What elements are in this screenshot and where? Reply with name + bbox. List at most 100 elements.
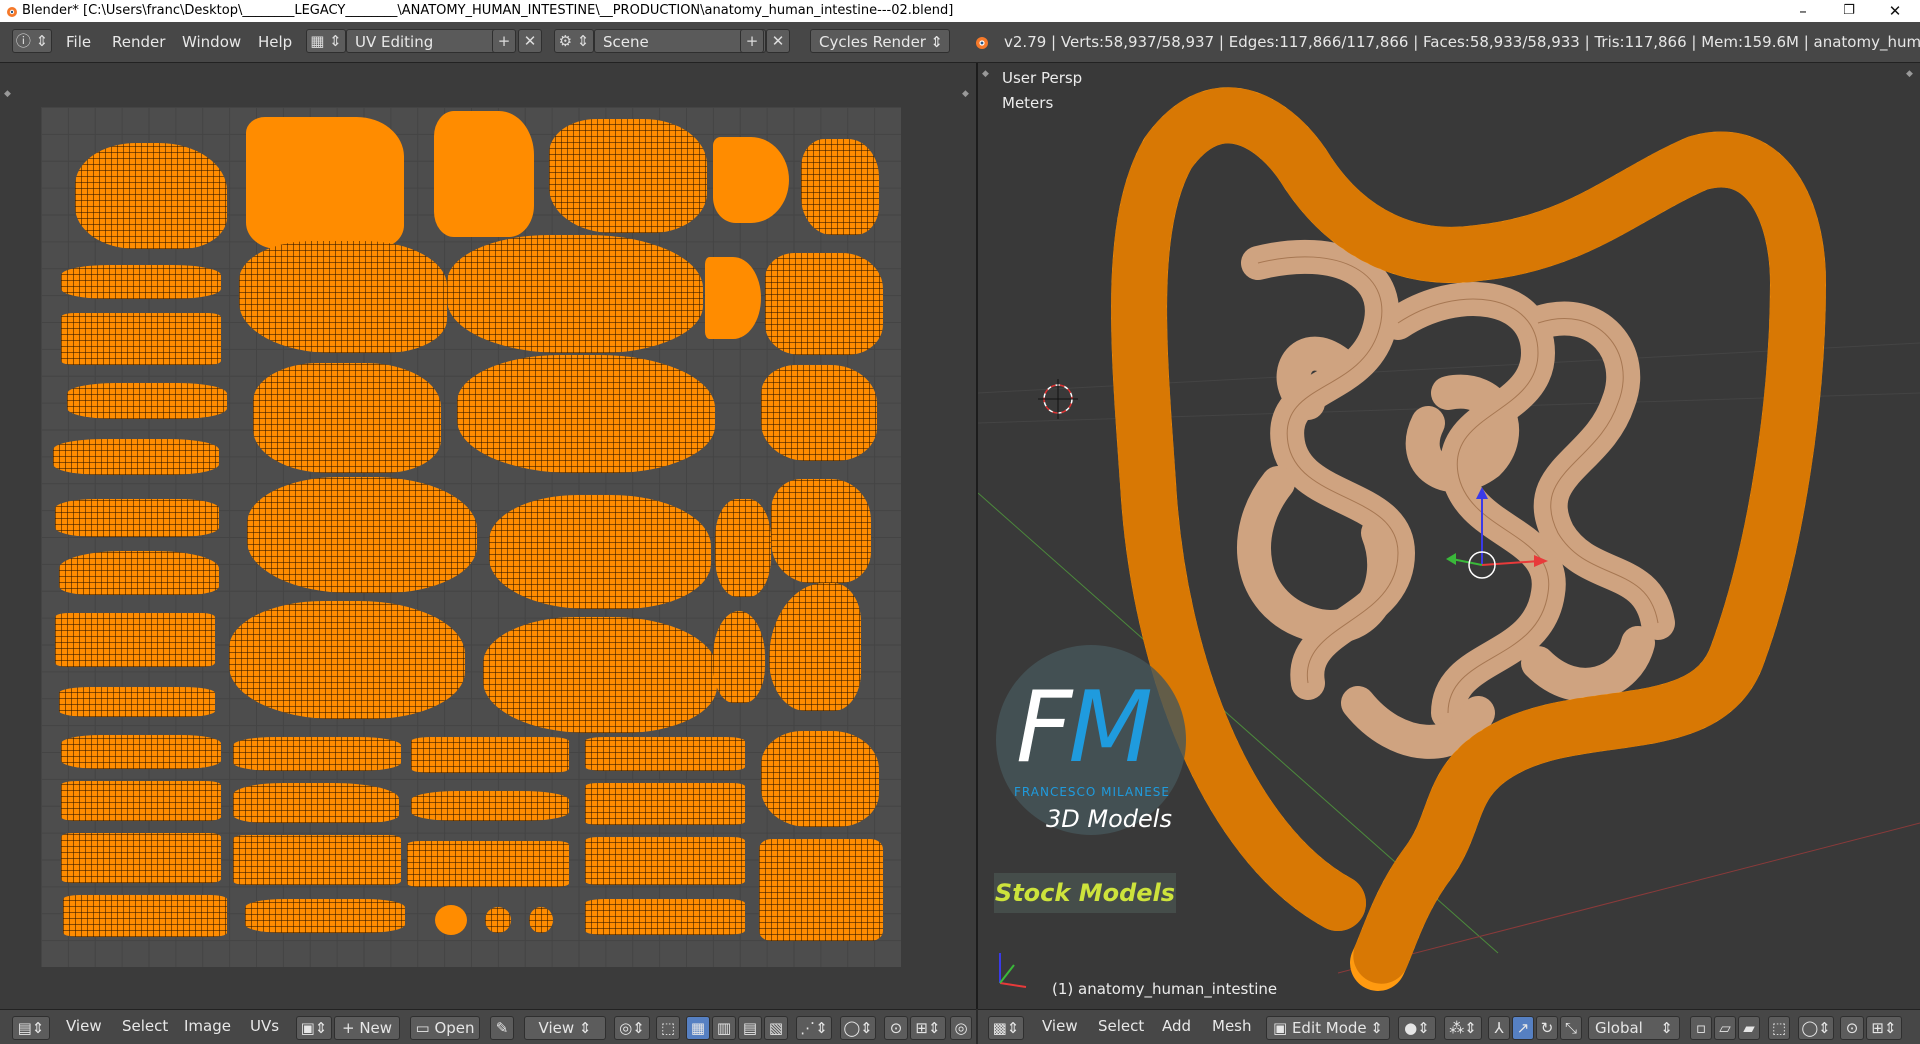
uv-island[interactable] [771,479,871,583]
intestine-mesh[interactable] [978,63,1920,1009]
uv-island[interactable] [53,439,219,475]
3d-menu-view[interactable]: View [1042,1017,1078,1035]
uv-island[interactable] [435,905,467,935]
uv-island[interactable] [529,907,553,933]
pin-icon[interactable]: ✎ [490,1016,514,1040]
uv-island[interactable] [411,737,569,773]
uv-island[interactable] [75,143,227,249]
uv-island[interactable] [801,139,879,235]
pivot-icon[interactable]: ◎⇕ [614,1016,650,1040]
remove-layout-icon[interactable]: ✕ [518,29,542,53]
uv-island[interactable] [585,783,745,825]
viewport-shading-icon[interactable]: ●⇕ [1398,1016,1436,1040]
uv-island[interactable] [61,265,221,299]
uv-island[interactable] [247,477,477,593]
uv-island[interactable] [67,383,227,419]
uv-island[interactable] [63,895,227,937]
uv-menu-image[interactable]: Image [184,1017,231,1035]
face-select-icon[interactable]: ▤ [738,1016,762,1040]
uv-island[interactable] [55,499,219,537]
uv-island[interactable] [585,837,745,885]
uv-island[interactable] [59,551,219,595]
uv-island[interactable] [485,907,511,933]
uv-menu-uvs[interactable]: UVs [250,1017,279,1035]
editor-type-uv-icon[interactable]: ▤⇕ [12,1016,50,1040]
render-engine-select[interactable]: Cycles Render ⇕ [810,29,950,53]
snap-toggle-icon[interactable]: ⊙ [1840,1016,1864,1040]
add-scene-icon[interactable]: + [740,29,764,53]
uv-island[interactable] [55,613,215,667]
uv-island[interactable] [713,137,789,223]
uv-island[interactable] [61,833,221,883]
uv-island[interactable] [705,257,761,339]
menu-render[interactable]: Render [112,33,165,51]
uv-image-editor[interactable]: ◆ ◆ [0,63,976,1009]
vertex-select-mode-icon[interactable]: ▫ [1690,1016,1712,1040]
uv-island[interactable] [245,899,405,933]
uv-island[interactable] [759,839,883,941]
uv-island[interactable] [434,111,534,237]
translate-icon[interactable]: ↗ [1512,1016,1534,1040]
3d-menu-select[interactable]: Select [1098,1017,1144,1035]
manipulator-icon[interactable]: ⅄ [1488,1016,1510,1040]
uv-island[interactable] [761,731,879,827]
face-select-mode-icon[interactable]: ▰ [1738,1016,1760,1040]
uv-island[interactable] [715,499,771,597]
scale-icon[interactable]: ⤡ [1560,1016,1582,1040]
uv-island[interactable] [549,119,707,233]
uv-island[interactable] [61,313,221,365]
uv-island[interactable] [233,737,401,771]
uv-island[interactable] [253,363,441,473]
3d-menu-mesh[interactable]: Mesh [1212,1017,1252,1035]
pivot-point-icon[interactable]: ⁂⇕ [1444,1016,1482,1040]
snap-target-icon[interactable]: ⊞⇕ [910,1016,946,1040]
proportional-edit-icon[interactable]: ◯⇕ [840,1016,876,1040]
sync-selection-icon[interactable]: ⬚ [656,1016,680,1040]
sticky-select-icon[interactable]: ⋰⇕ [796,1016,832,1040]
maximize-button[interactable]: ❐ [1826,0,1872,22]
uv-island[interactable] [246,117,404,249]
interaction-mode-select[interactable]: ▣ Edit Mode ⇕ [1266,1016,1390,1040]
uv-island[interactable] [483,617,717,733]
uv-grid[interactable] [41,107,901,967]
snap-element-icon[interactable]: ⊞⇕ [1866,1016,1902,1040]
editor-type-info-icon[interactable]: ⓘ ⇕ [12,29,52,53]
uv-island[interactable] [233,783,399,823]
snap-icon[interactable]: ⊙ [884,1016,908,1040]
limit-selection-icon[interactable]: ⬚ [1768,1016,1790,1040]
uv-island[interactable] [61,735,221,769]
edge-select-mode-icon[interactable]: ▱ [1714,1016,1736,1040]
uv-island[interactable] [233,835,401,885]
island-select-icon[interactable]: ▧ [764,1016,788,1040]
uv-island[interactable] [489,495,711,609]
proportional-editing-icon[interactable]: ◯⇕ [1798,1016,1834,1040]
uv-island[interactable] [229,601,465,719]
image-browse-icon[interactable]: ▣⇕ [296,1016,332,1040]
uv-island[interactable] [447,235,703,353]
menu-file[interactable]: File [66,33,91,51]
uv-menu-view[interactable]: View [66,1017,102,1035]
uv-menu-select[interactable]: Select [122,1017,168,1035]
uv-island[interactable] [61,781,221,821]
add-layout-icon[interactable]: + [492,29,516,53]
uv-island[interactable] [765,253,883,355]
uv-overflow-icon[interactable]: ◎ [950,1016,972,1040]
layout-grid-icon[interactable]: ▦ ⇕ [306,29,346,53]
uv-island[interactable] [239,241,447,353]
menu-window[interactable]: Window [182,33,241,51]
region-toggle-right-icon[interactable]: ◆ [962,89,969,99]
remove-scene-icon[interactable]: ✕ [766,29,790,53]
open-image-button[interactable]: ▭ Open [410,1016,480,1040]
edge-select-icon[interactable]: ▥ [712,1016,736,1040]
close-button[interactable]: ✕ [1872,0,1918,22]
rotate-icon[interactable]: ↻ [1536,1016,1558,1040]
editor-mode-select[interactable]: View ⇕ [524,1016,606,1040]
uv-island[interactable] [59,687,215,717]
minimize-button[interactable]: – [1780,0,1826,22]
region-toggle-left-icon[interactable]: ◆ [4,89,11,99]
uv-island[interactable] [769,583,861,711]
uv-island[interactable] [585,737,745,771]
screen-layout-field[interactable]: UV Editing [346,29,506,53]
transform-orientation-select[interactable]: Global ⇕ [1588,1016,1680,1040]
uv-island[interactable] [713,611,765,703]
